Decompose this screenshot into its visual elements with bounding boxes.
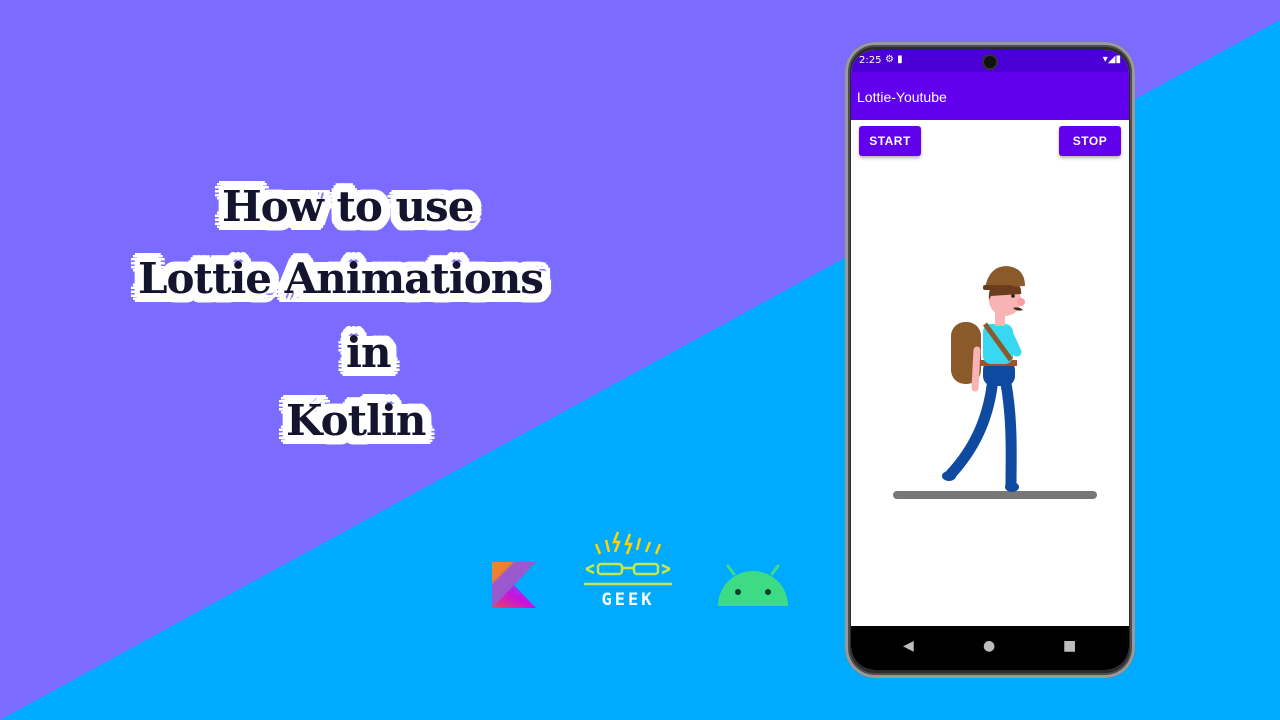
geek-wordmark: GEEK bbox=[601, 590, 655, 610]
front-camera-icon bbox=[984, 56, 996, 68]
android-head-icon bbox=[718, 564, 788, 606]
walking-hiker-animation bbox=[893, 266, 1097, 499]
status-time: 2:25 bbox=[859, 55, 882, 66]
headline-line-3: in bbox=[346, 328, 391, 377]
phone-screen: 2:25 ⚙ ▮ ▾◢▮ Lottie-Youtube START STOP ◀… bbox=[851, 50, 1129, 670]
geek-glasses-icon bbox=[584, 531, 672, 586]
kotlin-logo-icon bbox=[492, 562, 536, 608]
home-icon[interactable]: ● bbox=[983, 638, 995, 654]
nav-bar: ◀ ● ■ bbox=[851, 626, 1129, 670]
stop-button[interactable]: STOP bbox=[1059, 126, 1121, 156]
headline-line-2: Lottie Animations bbox=[138, 254, 544, 303]
ground-line bbox=[893, 491, 1097, 499]
status-left-icons: ⚙ ▮ bbox=[885, 54, 903, 65]
headline: How to use Lottie Animations in Kotlin bbox=[110, 168, 670, 468]
status-right-icons: ▾◢▮ bbox=[1102, 54, 1121, 65]
status-bar: 2:25 ⚙ ▮ ▾◢▮ bbox=[851, 50, 1129, 72]
start-button[interactable]: START bbox=[859, 126, 921, 156]
phone-mockup: 2:25 ⚙ ▮ ▾◢▮ Lottie-Youtube START STOP ◀… bbox=[845, 42, 1135, 678]
android-geek-logo: GEEK bbox=[578, 528, 678, 610]
app-bar: Lottie-Youtube bbox=[851, 72, 1129, 120]
headline-line-1: How to use bbox=[222, 182, 474, 231]
back-icon[interactable]: ◀ bbox=[903, 638, 914, 654]
recent-apps-icon[interactable]: ■ bbox=[1063, 638, 1076, 654]
app-title: Lottie-Youtube bbox=[857, 89, 947, 105]
headline-line-4: Kotlin bbox=[286, 396, 426, 445]
